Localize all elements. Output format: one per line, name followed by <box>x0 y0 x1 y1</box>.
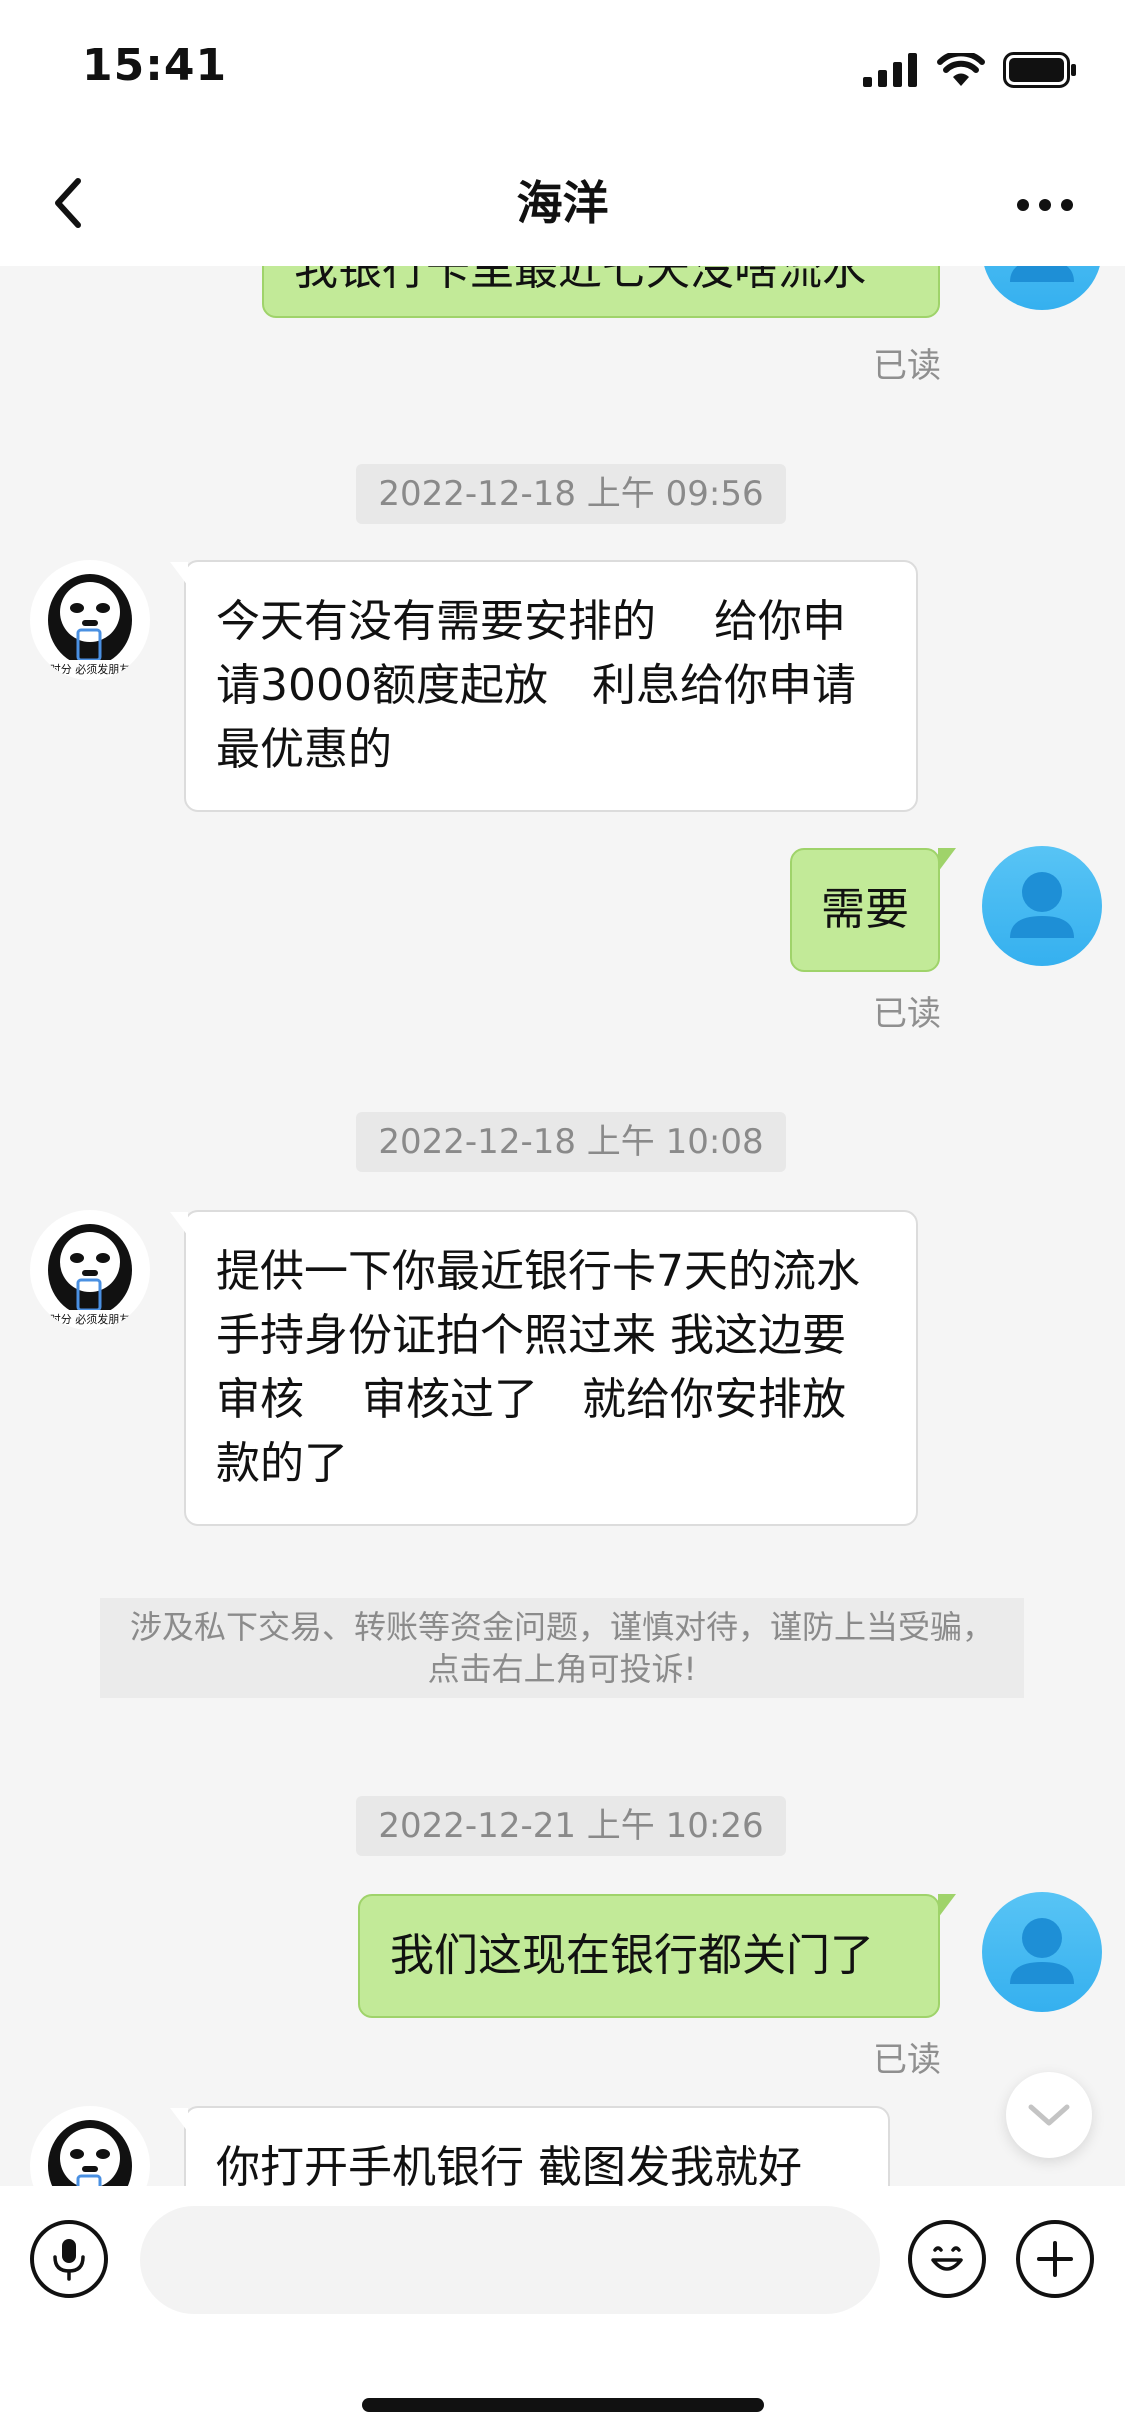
more-button[interactable] <box>1005 180 1085 230</box>
avatar-self[interactable] <box>982 266 1102 310</box>
battery-icon <box>1003 52 1076 88</box>
message-bubble-self[interactable]: 我们这现在银行都关门了 <box>358 1894 956 2018</box>
avatar-caption: 时分 必须发朋友 <box>49 663 131 676</box>
plus-icon <box>1037 2241 1073 2277</box>
timestamp: 2022-12-18 上午 09:56 <box>356 464 786 524</box>
chat-title: 海洋 <box>516 176 609 230</box>
smile-icon <box>931 2246 963 2271</box>
avatar-caption: 时分 必须发朋友 <box>49 1313 131 1326</box>
emoji-button[interactable] <box>908 2220 986 2298</box>
message-bubble-self[interactable]: 需要 <box>790 848 956 972</box>
message-text: 提供一下你最近银行卡7天的流水 手持身份证拍个照过来 我这边要审核 审核过了 就… <box>216 1246 860 1489</box>
message-bubble-self[interactable]: 我银行卡里最近七天没啥流水 <box>262 266 940 318</box>
chat-area[interactable]: 我银行卡里最近七天没啥流水 已读 2022-12-18 上午 09:56 时分 … <box>0 266 1125 2186</box>
message-input[interactable] <box>140 2206 880 2314</box>
input-bar <box>0 2186 1125 2436</box>
avatar-contact[interactable] <box>30 2106 150 2186</box>
cellular-signal-icon <box>863 53 917 87</box>
panda-avatar-icon <box>38 574 142 680</box>
message-text: 需要 <box>821 884 909 935</box>
user-icon <box>1010 1918 1074 1984</box>
message-bubble-contact[interactable]: 提供一下你最近银行卡7天的流水 手持身份证拍个照过来 我这边要审核 审核过了 就… <box>170 1210 918 1526</box>
nav-bar: 海洋 <box>0 140 1125 266</box>
wifi-icon <box>937 53 985 86</box>
more-dot <box>1061 199 1073 211</box>
read-status: 已读 <box>873 994 941 1034</box>
status-icons <box>863 50 1077 90</box>
avatar-self[interactable] <box>982 846 1102 966</box>
message-text: 我银行卡里最近七天没啥流水 <box>294 266 866 295</box>
home-indicator <box>362 2398 764 2412</box>
user-icon <box>1010 872 1074 938</box>
more-dots-icon <box>1017 199 1029 211</box>
panda-avatar-icon <box>38 1224 142 1330</box>
message-text: 我们这现在银行都关门了 <box>390 1930 874 1981</box>
avatar-contact[interactable]: 时分 必须发朋友 <box>30 1210 150 1330</box>
read-status: 已读 <box>873 346 941 386</box>
panda-avatar-icon <box>48 2120 132 2186</box>
microphone-icon <box>53 2239 85 2281</box>
timestamp: 2022-12-21 上午 10:26 <box>356 1796 786 1856</box>
chevron-down-icon <box>1028 2104 1070 2126</box>
user-icon <box>1010 266 1074 282</box>
read-status: 已读 <box>873 2040 941 2080</box>
message-text: 你打开手机银行 截图发我就好 <box>216 2142 802 2186</box>
scroll-down-button[interactable] <box>1006 2072 1092 2158</box>
status-bar: 15:41 <box>0 0 1125 140</box>
voice-button[interactable] <box>30 2220 108 2298</box>
status-time: 15:41 <box>82 40 228 91</box>
message-bubble-contact[interactable]: 今天有没有需要安排的 给你申请3000额度起放 利息给你申请最优惠的 <box>170 560 918 812</box>
message-text: 今天有没有需要安排的 给你申请3000额度起放 利息给你申请最优惠的 <box>216 596 856 775</box>
message-bubble-contact[interactable]: 你打开手机银行 截图发我就好 <box>170 2106 890 2186</box>
more-dot <box>1039 199 1051 211</box>
avatar-self[interactable] <box>982 1892 1102 2012</box>
plus-button[interactable] <box>1016 2220 1094 2298</box>
safety-notice[interactable]: 涉及私下交易、转账等资金问题，谨慎对待，谨防上当受骗，点击右上角可投诉! <box>100 1598 1024 1698</box>
avatar-contact[interactable]: 时分 必须发朋友 <box>30 560 150 680</box>
timestamp: 2022-12-18 上午 10:08 <box>356 1112 786 1172</box>
